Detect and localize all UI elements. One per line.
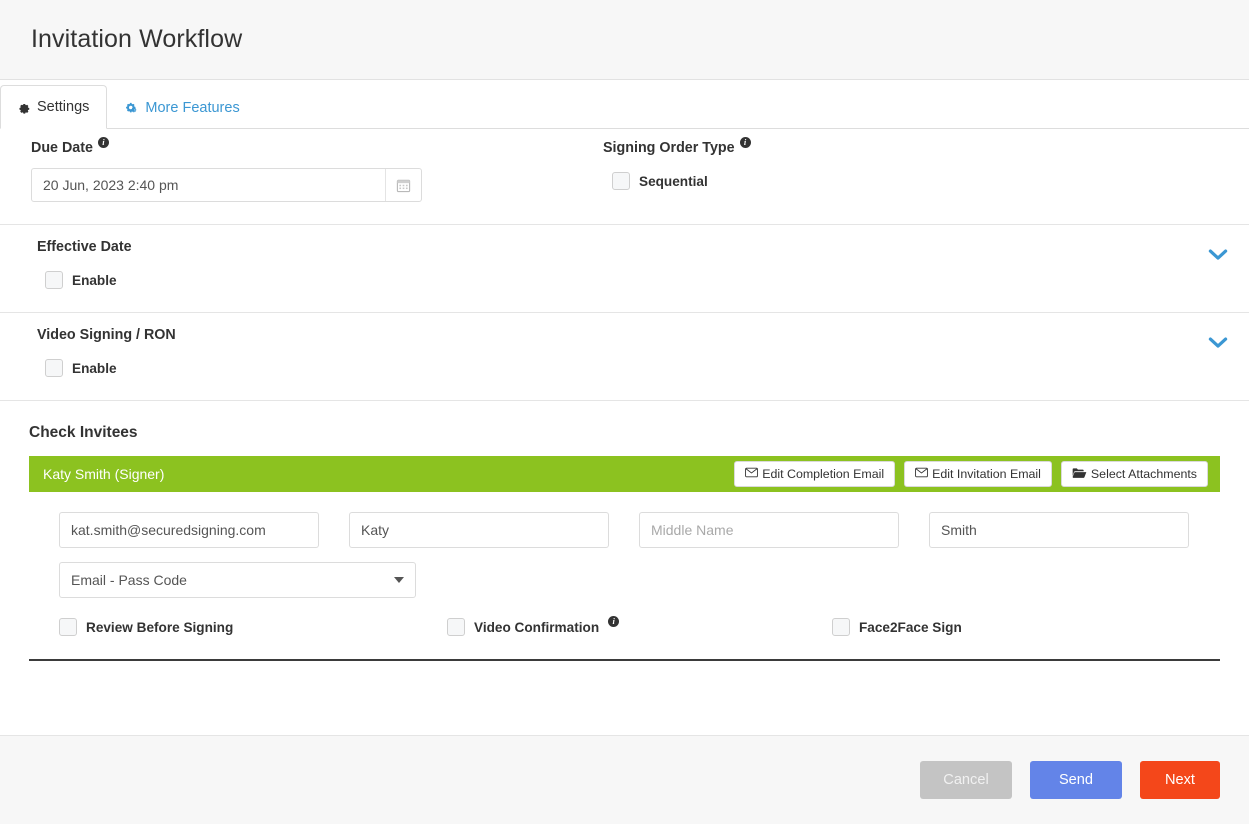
auth-method-row: Email - Pass Code xyxy=(0,548,1249,598)
chevron-down-icon xyxy=(394,577,404,583)
gear-icon xyxy=(17,100,31,114)
tab-bar: Settings More Features xyxy=(0,80,1249,129)
invitee-header-bar: Katy Smith (Signer) Edit Completion Emai… xyxy=(29,456,1220,492)
edit-completion-email-button[interactable]: Edit Completion Email xyxy=(734,461,896,487)
video-confirmation-checkbox[interactable] xyxy=(447,618,465,636)
face2face-sign-row[interactable]: Face2Face Sign xyxy=(832,618,962,636)
invitee-actions: Edit Completion Email Edit Invitation Em… xyxy=(734,461,1208,487)
sequential-checkbox-row[interactable]: Sequential xyxy=(603,172,751,190)
effective-date-enable-row[interactable]: Enable xyxy=(37,271,1249,289)
section-effective-date: Effective Date Enable xyxy=(0,225,1249,313)
send-button[interactable]: Send xyxy=(1030,761,1122,799)
sequential-checkbox[interactable] xyxy=(612,172,630,190)
review-before-signing-row[interactable]: Review Before Signing xyxy=(59,618,447,636)
section-due-date-signing-order: Due Date i 20 Jun, 2023 2:40 pm Signing … xyxy=(0,129,1249,225)
sequential-label: Sequential xyxy=(639,173,708,189)
check-invitees-section: Check Invitees Katy Smith (Signer) Edit … xyxy=(0,401,1249,661)
app-header: Invitation Workflow xyxy=(0,0,1249,80)
last-name-input[interactable] xyxy=(929,512,1189,548)
auth-method-selected-label: Email - Pass Code xyxy=(71,572,187,588)
tab-more-features[interactable]: More Features xyxy=(107,85,257,129)
video-confirmation-row[interactable]: Video Confirmation i xyxy=(447,615,832,636)
video-signing-enable-checkbox[interactable] xyxy=(45,359,63,377)
gears-icon xyxy=(124,101,139,115)
face2face-sign-label: Face2Face Sign xyxy=(859,619,962,635)
calendar-icon[interactable] xyxy=(385,169,421,201)
review-before-signing-checkbox[interactable] xyxy=(59,618,77,636)
chevron-down-icon[interactable] xyxy=(1208,337,1228,350)
first-name-input[interactable] xyxy=(349,512,609,548)
edit-completion-email-label: Edit Completion Email xyxy=(762,467,885,481)
due-date-field-wrapper xyxy=(31,168,422,202)
edit-invitation-email-label: Edit Invitation Email xyxy=(932,467,1041,481)
info-icon[interactable]: i xyxy=(608,615,620,627)
invitee-name: Katy Smith (Signer) xyxy=(43,466,165,482)
invitee-divider xyxy=(29,659,1220,661)
select-attachments-label: Select Attachments xyxy=(1090,467,1197,481)
auth-method-select[interactable]: Email - Pass Code xyxy=(59,562,416,598)
envelope-icon xyxy=(915,467,928,481)
cancel-button[interactable]: Cancel xyxy=(920,761,1012,799)
check-invitees-title: Check Invitees xyxy=(29,424,138,441)
invitee-fields-row xyxy=(0,492,1249,548)
select-attachments-button[interactable]: Select Attachments xyxy=(1060,461,1208,487)
email-input[interactable] xyxy=(59,512,319,548)
tab-more-features-label: More Features xyxy=(145,99,240,116)
face2face-sign-checkbox[interactable] xyxy=(832,618,850,636)
folder-open-icon xyxy=(1072,467,1087,482)
invitee-options-row: Review Before Signing Video Confirmation… xyxy=(0,598,1249,636)
due-date-input[interactable] xyxy=(31,168,422,202)
invitation-workflow-page: Invitation Workflow Settings More Featur… xyxy=(0,0,1249,824)
chevron-down-icon[interactable] xyxy=(1208,249,1228,262)
effective-date-enable-label: Enable xyxy=(72,272,117,288)
edit-invitation-email-button[interactable]: Edit Invitation Email xyxy=(904,461,1052,487)
effective-date-enable-checkbox[interactable] xyxy=(45,271,63,289)
signing-order-label: Signing Order Type i xyxy=(603,137,751,156)
review-before-signing-label: Review Before Signing xyxy=(86,619,234,635)
info-icon[interactable]: i xyxy=(97,137,109,148)
footer-actions: Cancel Send Next xyxy=(0,735,1249,824)
due-date-label: Due Date i xyxy=(31,137,109,156)
next-button[interactable]: Next xyxy=(1140,761,1220,799)
tab-settings[interactable]: Settings xyxy=(0,85,108,129)
section-video-signing-ron: Video Signing / RON Enable xyxy=(0,313,1249,401)
video-signing-label: Video Signing / RON xyxy=(37,327,176,343)
info-icon[interactable]: i xyxy=(739,137,751,148)
video-confirmation-label: Video Confirmation xyxy=(474,619,600,635)
video-signing-enable-row[interactable]: Enable xyxy=(37,359,1249,377)
tab-settings-label: Settings xyxy=(37,99,90,115)
effective-date-label: Effective Date xyxy=(37,239,132,255)
video-signing-enable-label: Enable xyxy=(72,360,117,376)
page-title: Invitation Workflow xyxy=(31,25,243,53)
envelope-icon xyxy=(745,467,759,481)
middle-name-input[interactable] xyxy=(639,512,899,548)
